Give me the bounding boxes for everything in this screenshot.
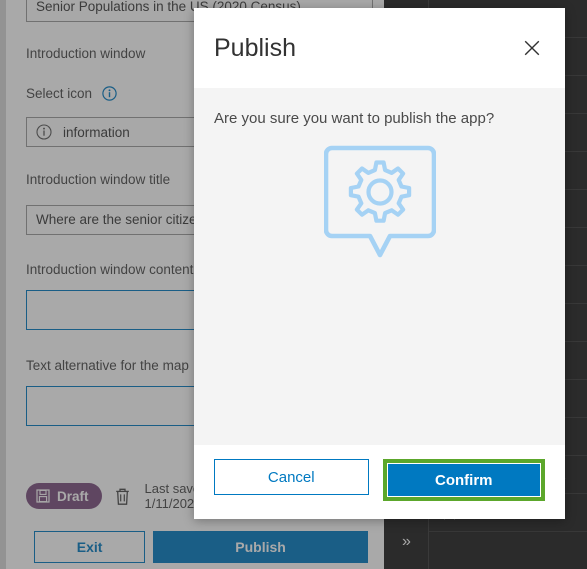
information-icon xyxy=(36,124,52,140)
gear-speech-bubble-icon xyxy=(323,143,436,266)
dialog-title: Publish xyxy=(214,33,296,62)
status-badge: Draft xyxy=(26,483,102,509)
dialog-header: Publish xyxy=(194,8,565,88)
select-icon-label: Select icon xyxy=(26,86,93,101)
confirm-button-highlight: Confirm xyxy=(382,459,545,501)
dialog-body: Are you sure you want to publish the app… xyxy=(194,88,565,445)
introduction-window-section-label: Introduction window xyxy=(26,46,146,61)
intro-window-content-label: Introduction window content xyxy=(26,262,194,277)
info-circle-icon[interactable] xyxy=(101,86,117,101)
exit-button[interactable]: Exit xyxy=(34,531,146,563)
publish-dialog: Publish Are you sure you want to publish… xyxy=(194,8,565,519)
dialog-footer: Cancel Confirm xyxy=(194,445,565,519)
icon-select-value: information xyxy=(63,124,130,140)
map-alt-text-label: Text alternative for the map xyxy=(26,358,189,373)
save-status-row: Draft Last save: 1/11/2024, 1 xyxy=(26,481,216,511)
save-disk-icon xyxy=(36,489,50,503)
trash-icon[interactable] xyxy=(114,487,131,506)
close-x-icon[interactable] xyxy=(519,35,545,61)
editor-action-bar: Exit Publish xyxy=(20,525,382,569)
dialog-message: Are you sure you want to publish the app… xyxy=(214,110,495,127)
confirm-button[interactable]: Confirm xyxy=(387,464,540,496)
app-root: » San Antonio Tallahassee, FL xyxy=(0,0,587,569)
intro-window-title-label: Introduction window title xyxy=(26,172,171,187)
cancel-button[interactable]: Cancel xyxy=(214,459,369,495)
publish-button[interactable]: Publish xyxy=(153,531,368,563)
status-badge-label: Draft xyxy=(57,488,89,504)
dialog-illustration xyxy=(214,143,545,266)
expand-panel-button[interactable]: » xyxy=(390,527,422,557)
